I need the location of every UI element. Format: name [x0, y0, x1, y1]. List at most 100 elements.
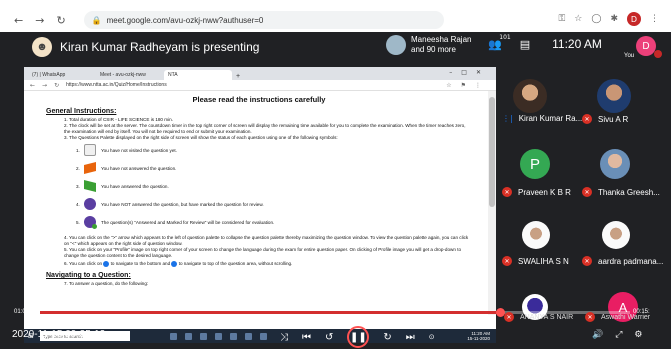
mic-off-icon: ✕ [502, 187, 512, 197]
participant-tile[interactable]: P [520, 149, 550, 179]
self-avatar[interactable]: D [636, 36, 656, 56]
participant-name: ✕ Sivu A R [582, 114, 628, 124]
mic-off-icon: ✕ [504, 312, 514, 322]
inner-tab-whatsapp[interactable]: (7) | WhatsApp [28, 70, 96, 80]
mic-off-icon: ✕ [582, 187, 592, 197]
scroll-down-icon [103, 261, 110, 267]
legend-answered: 3. You have answered the question. [46, 177, 472, 195]
new-tab-icon[interactable]: + [236, 73, 240, 80]
inner-address-bar: ← → ↻ https://www.ntta.ac.in/Quiz/Home/I… [24, 80, 496, 91]
page-scrollbar[interactable] [488, 91, 496, 315]
instructions-title: Please read the instructions carefully [192, 95, 326, 104]
self-label: You [624, 53, 635, 59]
speaking-indicator-icon: ⋮| [502, 114, 513, 123]
inner-reload-icon[interactable]: ↻ [54, 82, 59, 89]
forward-icon[interactable]: → [35, 14, 44, 27]
meet-header-actions: 👥 101 ▤ 11:20 AM [488, 34, 602, 52]
menu-icon[interactable]: ⋮ [650, 14, 659, 24]
participant-name: ✕ aardra padmana... [582, 256, 663, 266]
scroll-up-icon [171, 261, 178, 267]
next-icon[interactable]: ⏭ [406, 332, 415, 343]
general-instructions-heading: General Instructions: [46, 108, 117, 115]
inner-tab-strip: (7) | WhatsApp Meet - avu-ozkj-nww NTA +… [24, 67, 496, 80]
screen-recording-frame: ← → ↻ 🔒 meet.google.com/avu-ozkj-nww?aut… [0, 0, 671, 349]
legend-not-answered: 2. You have not answered the question. [46, 159, 472, 177]
instruction-5: 5. You can click on your "Profile" image… [64, 247, 462, 258]
instructions-page: Please read the instructions carefully G… [24, 91, 488, 315]
pause-button[interactable]: ❚❚ [347, 326, 370, 348]
instruction-2: 2. The clock will be set at the server. … [64, 123, 466, 134]
previous-icon[interactable]: ⏮ [302, 332, 311, 343]
meet-window: ☻ Kiran Kumar Radheyam is presenting Man… [0, 32, 671, 349]
back-icon[interactable]: ← [14, 14, 23, 27]
inner-url-text[interactable]: https://www.ntta.ac.in/Quiz/Home/Instruc… [66, 82, 167, 88]
participant-name: ⋮| Kiran Kumar Ra... [502, 114, 583, 123]
browser-extensions: ⚿ ☆ ◯ ✱ D ⋮ [558, 12, 659, 26]
participant-tile[interactable] [513, 79, 547, 113]
fullscreen-icon[interactable]: ⤢ [615, 330, 622, 340]
participant-tile[interactable] [600, 149, 630, 179]
inner-tab-meet[interactable]: Meet - avu-ozkj-nww [96, 70, 164, 80]
chat-icon[interactable]: ▤ [520, 38, 530, 51]
answered-symbol-icon [84, 180, 96, 192]
rewind-icon[interactable]: ↺ [325, 332, 333, 343]
marked-review-symbol-icon [84, 198, 96, 210]
address-text: meet.google.com/avu-ozkj-nww?authuser=0 [106, 15, 264, 25]
mic-off-icon: ✕ [502, 256, 512, 266]
participant-name: ✕ Thanka Greesh... [582, 187, 660, 197]
mic-off-icon: ✕ [582, 114, 592, 124]
video-player-controls: 01:05:25 00:15: ✕ ANANYA S NAIR ✕ Aswath… [0, 308, 671, 349]
browser-toolbar: ← → ↻ 🔒 meet.google.com/avu-ozkj-nww?aut… [0, 8, 671, 32]
star-icon[interactable]: ☆ [574, 14, 582, 24]
forward-icon[interactable]: ↻ [383, 332, 391, 343]
inner-tab-nta[interactable]: NTA [164, 70, 232, 80]
profile-avatar[interactable]: D [627, 12, 641, 26]
participant-name: ✕ Praveen K B R [502, 187, 571, 197]
reload-icon[interactable]: ↻ [56, 14, 65, 27]
join-notice: Maneesha Rajan and 90 more [386, 35, 471, 55]
self-muted-badge [654, 50, 662, 58]
puzzle-icon[interactable]: ✱ [610, 14, 618, 24]
settings-icon[interactable]: ⚙ [634, 330, 642, 340]
legend-not-visited: 1. You have not visited the question yet… [46, 141, 472, 159]
instruction-4: 4. You can click on the ">" arrow which … [64, 235, 469, 246]
lock-icon: 🔒 [91, 15, 102, 25]
not-answered-symbol-icon [84, 162, 96, 174]
joiner-more: and 90 more [411, 45, 456, 54]
elapsed-time: 01:05:25 [14, 309, 38, 315]
joiner-avatar [386, 35, 406, 55]
legend-marked-review: 4. You have NOT answered the question, b… [46, 195, 472, 213]
page-scroll-thumb[interactable] [489, 97, 495, 207]
participant-tile[interactable] [522, 221, 550, 249]
navigating-heading: Navigating to a Question: [46, 272, 131, 280]
window-controls-icon[interactable]: –□✕ [449, 69, 490, 76]
participant-tile[interactable] [602, 221, 630, 249]
inner-forward-icon[interactable]: → [42, 82, 47, 89]
instruction-7: 7. To answer a question, do the followin… [64, 281, 149, 287]
people-icon[interactable]: 👥 101 [488, 34, 511, 51]
legend-answered-marked: 5. The question(s) "Answered and Marked … [46, 213, 472, 231]
participant-name: ✕ ANANYA S NAIR [504, 312, 573, 322]
address-bar[interactable]: 🔒 meet.google.com/avu-ozkj-nww?authuser=… [83, 11, 444, 29]
not-visited-symbol-icon [84, 144, 96, 156]
meeting-clock: 11:20 AM [552, 37, 602, 51]
speed-icon[interactable]: ⊙ [429, 333, 435, 341]
answered-marked-symbol-icon [84, 216, 97, 229]
recording-timestamp: 2020-11-15 09-35-12 [12, 329, 106, 340]
progress-fill [40, 311, 501, 314]
shared-screen: (7) | WhatsApp Meet - avu-ozkj-nww NTA +… [24, 67, 496, 343]
participant-count: 101 [499, 33, 511, 41]
presenting-banner: Kiran Kumar Radheyam is presenting [60, 40, 260, 54]
participant-name: ✕ Aswathi Warrier [585, 312, 650, 322]
participant-tile[interactable] [597, 79, 631, 113]
participant-name: ✕ SWALIHA S N [502, 256, 569, 266]
playback-buttons: ⤨ ⏮ ↺ ❚❚ ↻ ⏭ ⊙ [280, 326, 435, 348]
presenter-avatar: ☻ [32, 37, 52, 57]
inner-back-icon[interactable]: ← [30, 82, 35, 89]
inner-toolbar-icons[interactable]: ☆⚑⋮ [446, 82, 490, 89]
shuffle-icon[interactable]: ⤨ [280, 332, 288, 343]
volume-icon[interactable]: 🔊 [592, 330, 603, 340]
key-icon[interactable]: ⚿ [558, 14, 565, 24]
extension-icon[interactable]: ◯ [591, 14, 601, 24]
mic-off-icon: ✕ [582, 256, 592, 266]
